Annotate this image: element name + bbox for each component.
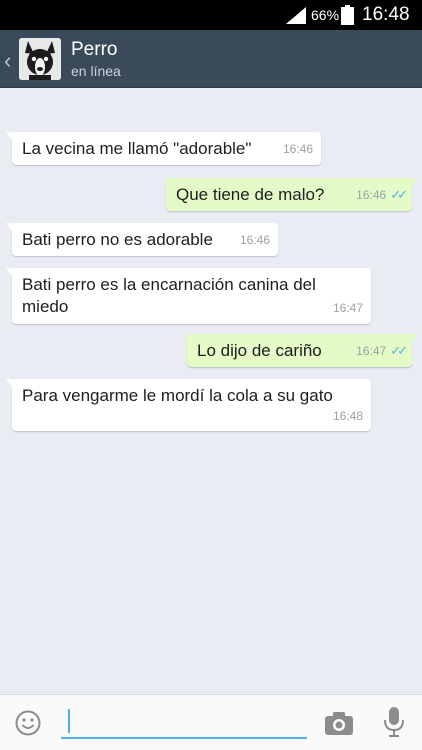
message-time: 16:46 xyxy=(356,188,387,202)
battery-icon xyxy=(341,5,354,25)
status-bar: 66% 16:48 xyxy=(0,0,422,30)
battery-percent: 66% xyxy=(311,7,340,23)
message-text: Para vengarme le mordí la cola a su gato xyxy=(22,386,333,405)
contact-name[interactable]: Perro xyxy=(71,39,117,61)
message-bubble[interactable]: Bati perro no es adorable 16:46 xyxy=(6,223,278,256)
message-text: Que tiene de malo? xyxy=(176,185,325,204)
message-text: Lo dijo de cariño xyxy=(197,341,322,360)
status-time: 16:48 xyxy=(362,4,410,25)
message-bubble[interactable]: Que tiene de malo? 16:46 ✓✓ xyxy=(166,178,418,211)
read-ticks-icon: ✓✓ xyxy=(390,343,408,358)
chevron-left-icon: ‹ xyxy=(4,48,12,73)
back-button[interactable]: ‹ xyxy=(0,30,70,88)
message-text: Bati perro es la encarnación canina del … xyxy=(22,275,316,316)
message-bubble[interactable]: Para vengarme le mordí la cola a su gato… xyxy=(6,379,371,431)
message-time: 16:48 xyxy=(332,409,363,423)
emoji-icon[interactable] xyxy=(15,710,41,736)
chat-header: ‹ Perro en línea xyxy=(0,30,422,88)
message-input[interactable] xyxy=(61,707,307,739)
contact-status: en línea xyxy=(71,63,121,79)
camera-icon[interactable] xyxy=(325,711,353,735)
microphone-icon[interactable] xyxy=(383,707,405,737)
message-time: 16:47 xyxy=(356,344,387,358)
message-bubble[interactable]: Lo dijo de cariño 16:47 ✓✓ xyxy=(187,334,418,367)
text-cursor xyxy=(68,709,70,733)
message-text: La vecina me llamó "adorable" xyxy=(22,139,252,158)
message-time: 16:46 xyxy=(282,142,313,156)
message-input-bar xyxy=(0,694,422,750)
read-ticks-icon: ✓✓ xyxy=(390,187,408,202)
message-bubble[interactable]: Bati perro es la encarnación canina del … xyxy=(6,268,371,324)
avatar[interactable] xyxy=(19,38,61,80)
message-bubble[interactable]: La vecina me llamó "adorable" 16:46 xyxy=(6,132,321,165)
signal-icon xyxy=(286,7,306,24)
dog-avatar-icon xyxy=(19,38,61,80)
chat-area[interactable]: La vecina me llamó "adorable" 16:46 Que … xyxy=(0,88,422,694)
message-time: 16:47 xyxy=(332,301,363,315)
message-time: 16:46 xyxy=(239,233,270,247)
message-text: Bati perro no es adorable xyxy=(22,230,213,249)
